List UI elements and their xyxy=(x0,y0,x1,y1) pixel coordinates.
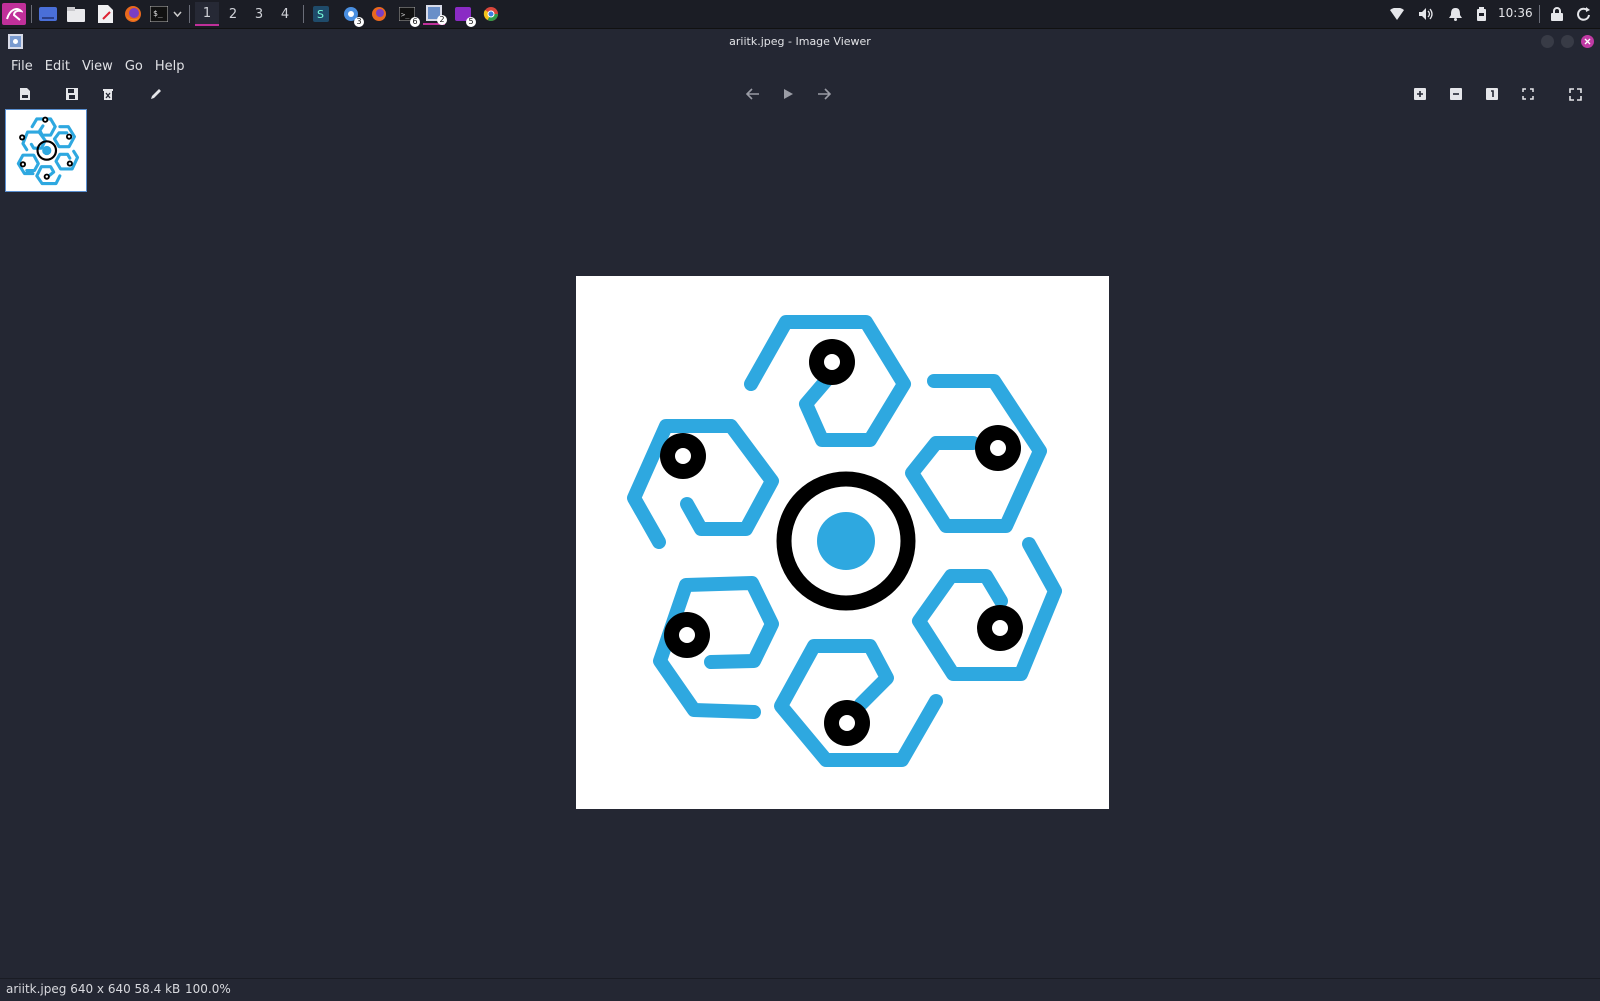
open-file-button[interactable] xyxy=(14,83,36,105)
slideshow-play-button[interactable] xyxy=(777,83,799,105)
svg-text:>_: >_ xyxy=(401,11,410,19)
zoom-fit-button[interactable] xyxy=(1517,83,1539,105)
status-file-info: ariitk.jpeg 640 x 640 58.4 kB xyxy=(6,982,181,996)
menu-bar: File Edit View Go Help xyxy=(0,55,1600,77)
fullscreen-button[interactable] xyxy=(1564,83,1586,105)
notification-bell-icon[interactable] xyxy=(1444,3,1466,25)
battery-icon[interactable] xyxy=(1472,3,1490,25)
close-button[interactable] xyxy=(1581,35,1594,48)
text-editor-icon[interactable] xyxy=(94,3,116,25)
menu-help[interactable]: Help xyxy=(150,59,190,74)
terminal-icon[interactable]: $_ xyxy=(148,3,170,25)
top-panel: $_ 1 2 3 4 S 3 >_ 6 2 5 10:36 xyxy=(0,0,1600,29)
delete-image-button[interactable] xyxy=(97,83,119,105)
svg-text:$_: $_ xyxy=(153,9,163,18)
show-desktop-icon[interactable] xyxy=(37,3,59,25)
save-copy-button[interactable] xyxy=(61,83,83,105)
workspace-4[interactable]: 4 xyxy=(273,2,297,26)
file-manager-icon[interactable] xyxy=(65,3,87,25)
status-bar: ariitk.jpeg 640 x 640 58.4 kB 100.0% xyxy=(0,978,1600,1001)
taskbar-purple-app-icon[interactable]: 5 xyxy=(452,3,476,27)
chrome-window-icon[interactable]: 3 xyxy=(340,3,364,27)
zoom-actual-size-button[interactable] xyxy=(1481,83,1503,105)
next-image-button[interactable] xyxy=(813,83,835,105)
firefox-window-icon[interactable] xyxy=(368,3,390,25)
menu-edit[interactable]: Edit xyxy=(40,59,75,74)
chevron-down-icon[interactable] xyxy=(171,3,183,25)
window-count-badge: 5 xyxy=(466,17,476,27)
minimize-button[interactable] xyxy=(1541,35,1554,48)
firefox-icon[interactable] xyxy=(122,3,144,25)
terminal-window-icon[interactable]: >_ 6 xyxy=(396,3,420,27)
window-count-badge: 3 xyxy=(354,17,364,27)
kali-menu-icon[interactable] xyxy=(2,3,26,25)
image-thumbnail[interactable] xyxy=(5,109,87,192)
window-count-badge: 6 xyxy=(410,17,420,27)
previous-image-button[interactable] xyxy=(742,83,764,105)
status-zoom-level: 100.0% xyxy=(185,982,231,996)
logo-thumbnail-image xyxy=(16,116,80,186)
zoom-out-button[interactable] xyxy=(1445,83,1467,105)
image-viewer-window-icon[interactable]: 2 xyxy=(423,3,447,25)
svg-text:S: S xyxy=(317,8,324,21)
maximize-button[interactable] xyxy=(1561,35,1574,48)
edit-pencil-icon[interactable] xyxy=(145,83,167,105)
menu-view[interactable]: View xyxy=(77,59,118,74)
workspace-3[interactable]: 3 xyxy=(247,2,271,26)
zoom-in-button[interactable] xyxy=(1409,83,1431,105)
workspace-1[interactable]: 1 xyxy=(195,2,219,26)
window-titlebar[interactable]: ariitk.jpeg - Image Viewer xyxy=(0,29,1600,55)
wifi-icon[interactable] xyxy=(1386,3,1408,25)
window-count-badge: 2 xyxy=(437,15,447,25)
taskbar-app-icon[interactable]: S xyxy=(310,3,332,25)
power-icon[interactable] xyxy=(1573,3,1595,25)
lock-icon[interactable] xyxy=(1546,3,1568,25)
image-canvas[interactable] xyxy=(576,276,1109,809)
workspace-2[interactable]: 2 xyxy=(221,2,245,26)
menu-file[interactable]: File xyxy=(6,59,38,74)
clock[interactable]: 10:36 xyxy=(1498,6,1533,20)
window-title: ariitk.jpeg - Image Viewer xyxy=(729,35,871,48)
volume-icon[interactable] xyxy=(1415,3,1437,25)
menu-go[interactable]: Go xyxy=(120,59,148,74)
ariitk-logo-image xyxy=(627,315,1062,767)
chromium-icon[interactable] xyxy=(480,3,502,25)
